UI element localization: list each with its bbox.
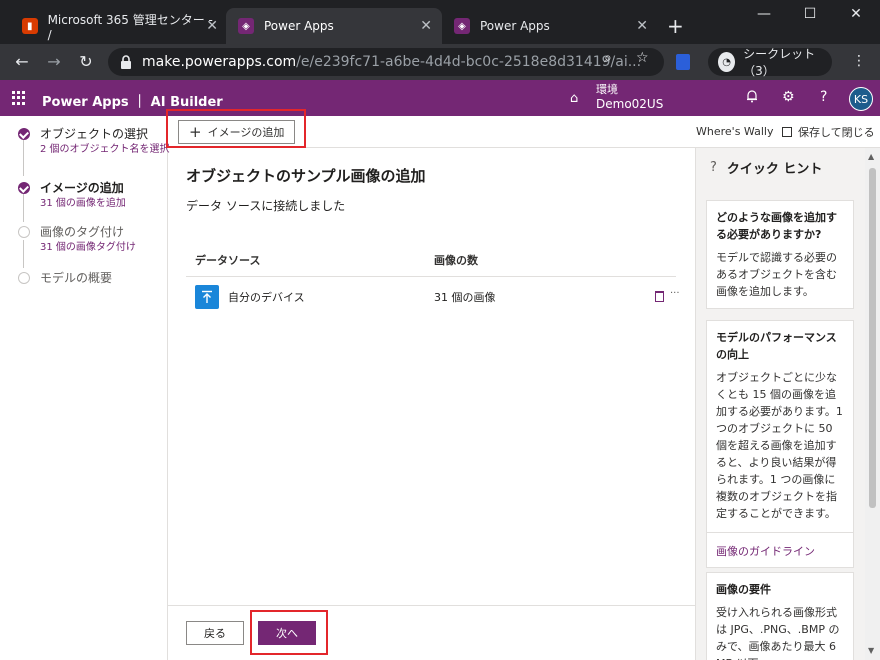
app-launcher-icon[interactable] bbox=[12, 91, 26, 105]
new-tab-button[interactable]: + bbox=[667, 14, 684, 38]
wizard-footer: 戻る 次へ bbox=[168, 605, 695, 660]
lock-icon bbox=[120, 55, 132, 69]
app-title: Power Apps ｜ AI Builder bbox=[42, 95, 223, 110]
extension-icon[interactable] bbox=[676, 54, 690, 70]
hints-header: ? クイック ヒント bbox=[710, 158, 822, 177]
hint-card-title: モデルのパフォーマンスの向上 bbox=[716, 331, 837, 361]
save-close-label: 保存して閉じる bbox=[798, 126, 875, 139]
upload-icon bbox=[195, 285, 219, 309]
step-title: イメージの追加 bbox=[40, 181, 124, 195]
environment-icon: ⌂ bbox=[570, 91, 579, 106]
hint-card-body: 受け入れられる画像形式は JPG、.PNG、.BMP のみで、画像あたり最大 6… bbox=[716, 606, 840, 660]
step-pending-icon bbox=[18, 272, 30, 284]
minimize-icon[interactable]: — bbox=[754, 6, 774, 22]
page-title: オブジェクトのサンプル画像の追加 bbox=[186, 167, 426, 185]
model-name: Where's Wally bbox=[696, 125, 774, 138]
table-header-divider bbox=[186, 276, 676, 277]
hint-card-body: モデルで認識する必要のあるオブジェクトを含む画像を追加します。 bbox=[716, 251, 837, 298]
step-connector bbox=[23, 140, 24, 176]
hint-card-title: どのような画像を追加する必要がありますか? bbox=[716, 211, 837, 241]
url-host: make.powerapps.com bbox=[142, 54, 297, 70]
hint-card: どのような画像を追加する必要がありますか? モデルで認識する必要のあるオブジェク… bbox=[706, 200, 854, 309]
save-and-close-button[interactable]: 保存して閉じる bbox=[782, 124, 875, 140]
browser-tab-powerapps[interactable]: ◈ Power Apps ✕ bbox=[442, 8, 658, 44]
step-complete-icon bbox=[18, 128, 30, 140]
incognito-label: シークレット（3） bbox=[743, 47, 816, 78]
reload-icon[interactable]: ↻ bbox=[76, 52, 96, 71]
step-connector bbox=[23, 240, 24, 268]
forward-arrow-icon[interactable]: → bbox=[44, 52, 64, 71]
step-subtitle: 31 個の画像を追加 bbox=[40, 198, 126, 209]
annotation-highlight-box bbox=[166, 109, 306, 148]
zoom-icon[interactable]: ⌕ bbox=[604, 50, 612, 66]
step-complete-icon bbox=[18, 182, 30, 194]
save-icon bbox=[782, 127, 792, 137]
maximize-icon[interactable]: ☐ bbox=[800, 6, 820, 22]
back-button[interactable]: 戻る bbox=[186, 621, 244, 645]
hints-scrollbar[interactable]: ▲ ▼ bbox=[865, 148, 880, 660]
tab-title: Microsoft 365 管理センター - / bbox=[47, 12, 213, 42]
step-subtitle: 31 個の画像タグ付け bbox=[40, 242, 136, 253]
notification-bell-icon[interactable] bbox=[746, 89, 758, 107]
hint-card-title: 画像の要件 bbox=[716, 583, 771, 596]
image-guidelines-link[interactable]: 画像のガイドライン bbox=[707, 532, 853, 559]
step-connector bbox=[23, 194, 24, 222]
environment-label: 環境 bbox=[596, 83, 618, 96]
browser-menu-icon[interactable]: ⋮ bbox=[852, 53, 866, 69]
scroll-down-icon[interactable]: ▼ bbox=[868, 646, 874, 655]
hint-card-body: オブジェクトごとに少なくとも 15 個の画像を追加する必要があります。1 つのオ… bbox=[716, 371, 843, 520]
column-header-source: データソース bbox=[195, 254, 261, 267]
close-icon[interactable]: ✕ bbox=[206, 18, 218, 34]
row-image-count: 31 個の画像 bbox=[434, 291, 496, 304]
hint-card: モデルのパフォーマンスの向上 オブジェクトごとに少なくとも 15 個の画像を追加… bbox=[706, 320, 854, 568]
close-window-icon[interactable]: ✕ bbox=[846, 6, 866, 22]
wizard-steps-panel: オブジェクトの選択 2 個のオブジェクト名を選択 イメージの追加 31 個の画像… bbox=[0, 116, 170, 660]
help-icon[interactable]: ? bbox=[820, 89, 827, 105]
office-icon: ▮ bbox=[22, 18, 38, 34]
page-subtitle: データ ソースに接続しました bbox=[186, 199, 346, 213]
environment-picker[interactable]: 環境 Demo02US bbox=[596, 83, 663, 111]
tab-title: Power Apps bbox=[264, 19, 334, 33]
scroll-thumb[interactable] bbox=[869, 168, 876, 508]
step-title: 画像のタグ付け bbox=[40, 225, 125, 239]
annotation-highlight-box bbox=[250, 610, 328, 655]
environment-value: Demo02US bbox=[596, 97, 664, 111]
delete-icon[interactable] bbox=[655, 291, 664, 302]
url-path: /e/e239fc71-a6be-4d4d-bc0c-2518e8d31419/… bbox=[296, 54, 642, 70]
scroll-up-icon[interactable]: ▲ bbox=[868, 152, 874, 161]
step-subtitle: 2 個のオブジェクト名を選択 bbox=[40, 144, 170, 155]
step-title: オブジェクトの選択 bbox=[40, 127, 149, 141]
address-bar[interactable]: make.powerapps.com/e/e239fc71-a6be-4d4d-… bbox=[108, 48, 664, 76]
settings-gear-icon[interactable]: ⚙ bbox=[782, 89, 795, 105]
close-icon[interactable]: ✕ bbox=[420, 18, 432, 34]
browser-tab-bar: ▮ Microsoft 365 管理センター - / ✕ ◈ Power App… bbox=[0, 0, 880, 44]
bookmark-star-icon[interactable]: ☆ bbox=[636, 50, 649, 66]
step-pending-icon bbox=[18, 226, 30, 238]
tab-title: Power Apps bbox=[480, 19, 550, 33]
question-icon: ? bbox=[710, 160, 717, 175]
back-arrow-icon[interactable]: ← bbox=[12, 52, 32, 71]
user-avatar[interactable]: KS bbox=[849, 87, 873, 111]
hint-card: 画像の要件 受け入れられる画像形式は JPG、.PNG、.BMP のみで、画像あ… bbox=[706, 572, 854, 660]
quick-hints-panel: ? クイック ヒント どのような画像を追加する必要がありますか? モデルで認識す… bbox=[695, 148, 865, 660]
browser-toolbar: ← → ↻ make.powerapps.com/e/e239fc71-a6be… bbox=[0, 44, 880, 80]
browser-tab-m365[interactable]: ▮ Microsoft 365 管理センター - / ✕ bbox=[10, 8, 228, 44]
incognito-indicator[interactable]: ◔ シークレット（3） bbox=[708, 47, 832, 78]
column-header-count: 画像の数 bbox=[434, 254, 478, 267]
app-header: Power Apps ｜ AI Builder ⌂ 環境 Demo02US ⚙ … bbox=[0, 80, 880, 116]
close-icon[interactable]: ✕ bbox=[636, 18, 648, 34]
more-options-icon[interactable]: ··· bbox=[670, 288, 680, 299]
browser-tab-powerapps-active[interactable]: ◈ Power Apps ✕ bbox=[226, 8, 442, 44]
powerapps-icon: ◈ bbox=[454, 18, 470, 34]
step-title: モデルの概要 bbox=[40, 271, 113, 285]
incognito-icon: ◔ bbox=[718, 52, 736, 72]
powerapps-icon: ◈ bbox=[238, 18, 254, 34]
hints-title: クイック ヒント bbox=[726, 162, 823, 177]
row-source-name: 自分のデバイス bbox=[228, 291, 305, 304]
